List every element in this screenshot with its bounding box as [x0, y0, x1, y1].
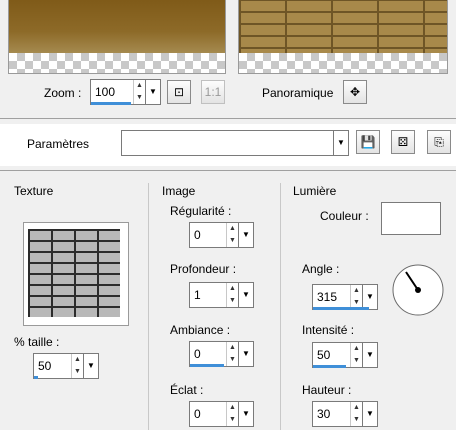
shine-arrows[interactable]: ▲ ▼ [226, 402, 238, 426]
depth-label: Profondeur : [170, 262, 237, 276]
depth-arrows[interactable]: ▲ ▼ [226, 283, 238, 307]
pan-label: Panoramique [262, 86, 334, 100]
height-spinbox[interactable]: 30 ▲ ▼ ▼ [312, 401, 378, 427]
result-preview [238, 0, 448, 74]
params-select[interactable]: ▼ [121, 130, 349, 156]
intensity-spinbox[interactable]: 50 ▲ ▼ ▼ [312, 342, 378, 368]
ambient-label: Ambiance : [170, 323, 231, 337]
texture-size-spinbox[interactable]: 50 ▲ ▼ ▼ [33, 353, 99, 379]
zoom-label: Zoom : [44, 86, 82, 100]
zoom-spinbox[interactable]: 100 ▲ ▼ ▼ [90, 79, 161, 105]
preset-manager-icon[interactable]: ⎘ [427, 130, 451, 154]
angle-dial-icon[interactable] [390, 262, 446, 318]
regularity-value[interactable]: 0 [194, 228, 201, 242]
texture-title: Texture [14, 184, 54, 198]
texture-size-label: % taille : [14, 335, 60, 349]
brick-texture-icon [28, 229, 120, 317]
zoom-value[interactable]: 100 [95, 85, 115, 99]
angle-value[interactable]: 315 [317, 290, 337, 304]
save-icon[interactable]: 💾 [356, 130, 380, 154]
regularity-arrows[interactable]: ▲ ▼ [226, 223, 238, 247]
image-light-divider [280, 183, 281, 430]
height-arrows[interactable]: ▲ ▼ [350, 402, 362, 426]
depth-value[interactable]: 1 [194, 288, 201, 302]
ambient-bar [190, 364, 224, 367]
height-label: Hauteur : [302, 383, 352, 397]
regularity-label: Régularité : [170, 204, 232, 218]
image-title: Image [162, 184, 196, 198]
regularity-dropdown-icon[interactable]: ▼ [238, 223, 253, 247]
regularity-spinbox[interactable]: 0 ▲ ▼ ▼ [189, 222, 254, 248]
ambient-arrows[interactable]: ▲ ▼ [226, 342, 238, 366]
texture-size-dropdown-icon[interactable]: ▼ [83, 354, 98, 378]
texture-swatch[interactable] [23, 222, 129, 326]
ambient-dropdown-icon[interactable]: ▼ [238, 342, 253, 366]
texture-size-arrows[interactable]: ▲ ▼ [71, 354, 83, 378]
angle-bar [313, 307, 369, 310]
shine-spinbox[interactable]: 0 ▲ ▼ ▼ [189, 401, 254, 427]
texture-size-bar [34, 376, 38, 379]
texture-size-value[interactable]: 50 [38, 359, 51, 373]
original-preview [8, 0, 226, 74]
shine-dropdown-icon[interactable]: ▼ [238, 402, 253, 426]
ambient-spinbox[interactable]: 0 ▲ ▼ ▼ [189, 341, 254, 367]
angle-arrows[interactable]: ▲ ▼ [350, 285, 362, 309]
mid-divider [0, 170, 456, 171]
fit-icon[interactable]: ⊡ [167, 80, 191, 104]
intensity-value[interactable]: 50 [317, 348, 330, 362]
height-dropdown-icon[interactable]: ▼ [362, 402, 377, 426]
texture-image-divider [148, 183, 149, 430]
shine-label: Éclat : [170, 383, 204, 397]
shine-value[interactable]: 0 [194, 407, 201, 421]
angle-label: Angle : [302, 262, 340, 276]
height-value[interactable]: 30 [317, 407, 330, 421]
light-color-swatch[interactable] [381, 202, 441, 235]
intensity-arrows[interactable]: ▲ ▼ [350, 343, 362, 367]
angle-dropdown-icon[interactable]: ▼ [362, 285, 377, 309]
params-label: Paramètres [27, 137, 90, 151]
angle-spinbox[interactable]: 315 ▲ ▼ ▼ [312, 284, 378, 310]
params-dropdown-icon[interactable]: ▼ [333, 131, 348, 155]
color-label: Couleur : [320, 209, 369, 223]
top-divider [0, 118, 456, 119]
light-title: Lumière [293, 184, 337, 198]
intensity-bar [313, 365, 346, 368]
zoom-arrows[interactable]: ▲ ▼ [133, 80, 145, 104]
depth-spinbox[interactable]: 1 ▲ ▼ ▼ [189, 282, 254, 308]
random-dice-icon[interactable]: ⚄ [391, 130, 415, 154]
ambient-value[interactable]: 0 [194, 347, 201, 361]
zoom-level-bar [91, 102, 131, 105]
angle-dial[interactable] [390, 262, 446, 318]
intensity-label: Intensité : [302, 323, 355, 337]
zoom-dropdown-icon[interactable]: ▼ [145, 80, 160, 104]
intensity-dropdown-icon[interactable]: ▼ [362, 343, 377, 367]
pan-icon[interactable]: ✥ [343, 80, 367, 104]
actual-size-icon[interactable]: 1:1 [201, 80, 225, 104]
depth-dropdown-icon[interactable]: ▼ [238, 283, 253, 307]
